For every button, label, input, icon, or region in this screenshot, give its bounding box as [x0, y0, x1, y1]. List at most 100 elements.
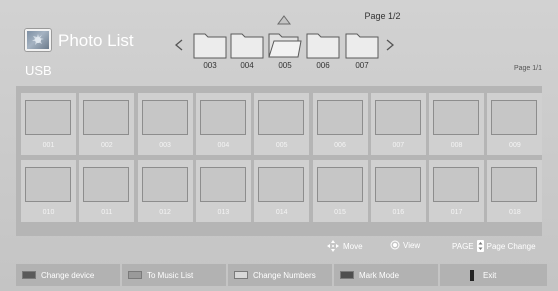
folder-open-icon[interactable] — [268, 29, 302, 59]
button-label: Exit — [483, 270, 497, 280]
photo-thumbnail[interactable]: 011 — [79, 160, 135, 222]
color-key-icon — [22, 271, 36, 279]
color-key-icon — [340, 271, 354, 279]
view-hint-label: View — [403, 240, 421, 250]
move-hint-label: Move — [343, 241, 363, 251]
thumbnail-number: 008 — [450, 142, 463, 149]
button-label: To Music List — [147, 270, 194, 280]
thumbnail-image-placeholder — [141, 167, 188, 202]
thumbnail-number: 017 — [450, 209, 463, 216]
thumbnail-image-placeholder — [491, 167, 538, 202]
photo-thumbnail[interactable]: 018 — [487, 160, 543, 222]
thumbnail-image-placeholder — [83, 100, 130, 135]
thumbnail-number: 013 — [217, 209, 230, 216]
folder-icon[interactable] — [230, 29, 264, 59]
exit-button[interactable]: Exit — [440, 264, 547, 286]
thumbnail-image-placeholder — [199, 167, 246, 202]
thumbnail-number: 009 — [509, 142, 521, 149]
photo-list-screen: Photo List USB Page 1/2 Page 1/1 003 004 0… — [0, 0, 558, 291]
thumbnail-number: 005 — [275, 142, 288, 149]
folder-icon[interactable] — [345, 29, 379, 59]
photo-app-icon — [25, 29, 51, 51]
up-arrow-icon[interactable] — [277, 15, 291, 25]
photo-thumbnail[interactable]: 015 — [312, 160, 368, 222]
bottom-button-bar: Change device To Music List Change Numbers… — [16, 264, 547, 286]
change-device-button[interactable]: Change device — [16, 264, 120, 286]
photo-thumbnail[interactable]: 002 — [79, 93, 135, 155]
thumbnail-image-placeholder — [25, 167, 71, 202]
thumbnail-image-placeholder — [258, 100, 305, 135]
photo-thumbnail[interactable]: 012 — [137, 160, 193, 222]
photo-thumbnail[interactable]: 005 — [254, 93, 310, 155]
device-label: USB — [25, 63, 52, 78]
thumbnail-number: 007 — [392, 142, 405, 149]
photo-thumbnail[interactable]: 006 — [312, 93, 368, 155]
thumbnail-image-placeholder — [199, 100, 246, 135]
thumbnail-image-placeholder — [316, 100, 363, 135]
photo-thumbnail[interactable]: 007 — [370, 93, 426, 155]
folder-icon[interactable] — [193, 29, 227, 59]
folder-label: 004 — [240, 61, 254, 70]
color-key-icon — [234, 271, 248, 279]
thumbnail-number: 004 — [217, 142, 230, 149]
photo-thumbnail[interactable]: 001 — [21, 93, 76, 155]
page-change-hint: PAGE Page Change — [452, 240, 536, 252]
thumbnail-number: 003 — [159, 142, 171, 149]
thumbnail-image-placeholder — [374, 100, 421, 135]
page-change-label: Page Change — [486, 241, 536, 251]
thumbnail-number: 001 — [42, 142, 55, 149]
thumbnail-image-placeholder — [491, 100, 538, 135]
folder-prev-arrow-icon[interactable] — [175, 39, 183, 51]
folder-label: 007 — [355, 61, 369, 70]
move-arrows-icon — [327, 240, 339, 252]
thumbnail-number: 016 — [392, 209, 405, 216]
thumbnail-number: 012 — [159, 209, 171, 216]
folder-label: 003 — [203, 61, 217, 70]
button-label: Mark Mode — [359, 270, 400, 280]
thumbnail-number: 006 — [334, 142, 346, 149]
photo-thumbnail[interactable]: 008 — [429, 93, 485, 155]
thumbnail-image-placeholder — [374, 167, 421, 202]
button-label: Change Numbers — [253, 270, 316, 280]
thumbnail-number: 018 — [509, 209, 521, 216]
mark-mode-button[interactable]: Mark Mode — [334, 264, 438, 286]
view-hint: View — [390, 240, 420, 250]
thumbnail-number: 015 — [334, 209, 346, 216]
change-numbers-button[interactable]: Change Numbers — [228, 264, 332, 286]
list-page-indicator: Page 1/1 — [513, 65, 542, 72]
folder-page-indicator: Page 1/2 — [364, 11, 401, 21]
thumbnail-image-placeholder — [433, 100, 480, 135]
photo-thumbnail[interactable]: 016 — [370, 160, 426, 222]
photo-thumbnail[interactable]: 003 — [137, 93, 193, 155]
page-key-icon — [476, 240, 484, 252]
photo-thumbnail[interactable]: 017 — [429, 160, 485, 222]
thumbnail-image-placeholder — [433, 167, 480, 202]
photo-thumbnail[interactable]: 010 — [21, 160, 76, 222]
photo-thumbnail[interactable]: 013 — [195, 160, 251, 222]
ok-button-icon — [390, 240, 400, 250]
page-title: Photo List — [58, 31, 134, 50]
thumbnail-image-placeholder — [83, 167, 130, 202]
color-key-icon — [470, 269, 474, 281]
move-hint: Move — [327, 240, 363, 252]
thumbnail-number: 014 — [275, 209, 288, 216]
thumbnail-grid: 001 002 003 004 005 006 007 008 009 010 011 012 013 0… — [16, 86, 543, 236]
folder-next-arrow-icon[interactable] — [386, 39, 394, 51]
thumbnail-number: 002 — [100, 142, 113, 149]
thumbnail-image-placeholder — [141, 100, 188, 135]
thumbnail-image-placeholder — [25, 100, 71, 135]
thumbnail-image-placeholder — [258, 167, 305, 202]
to-music-list-button[interactable]: To Music List — [122, 264, 226, 286]
thumbnail-image-placeholder — [316, 167, 363, 202]
page-key-label: PAGE — [452, 241, 474, 251]
photo-thumbnail[interactable]: 009 — [487, 93, 543, 155]
button-label: Change device — [41, 270, 95, 280]
folder-icon[interactable] — [306, 29, 340, 59]
folder-label: 005 — [278, 61, 292, 70]
photo-thumbnail[interactable]: 014 — [254, 160, 310, 222]
photo-thumbnail[interactable]: 004 — [195, 93, 251, 155]
folder-label: 006 — [316, 61, 330, 70]
thumbnail-number: 011 — [101, 209, 113, 216]
color-key-icon — [128, 271, 142, 279]
thumbnail-number: 010 — [42, 209, 55, 216]
